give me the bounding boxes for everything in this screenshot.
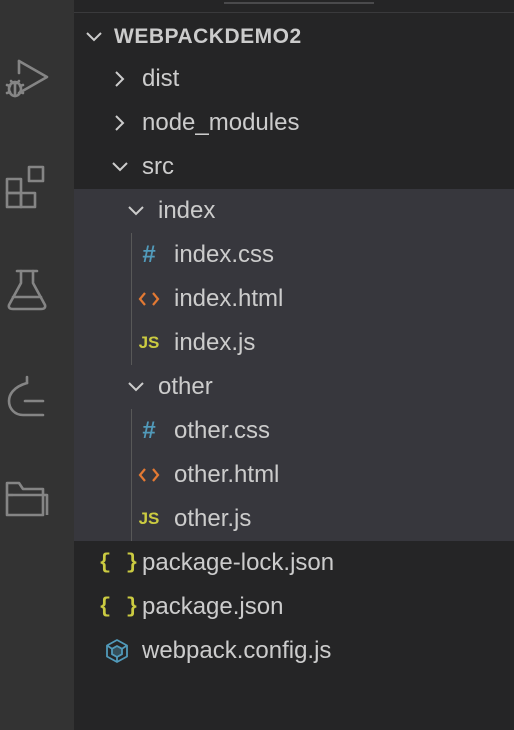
- tree-label: other.css: [174, 417, 271, 444]
- tree-label: package.json: [142, 593, 284, 620]
- tree-file-other-css[interactable]: # other.css: [74, 409, 514, 453]
- tree-label: other: [158, 373, 213, 400]
- js-icon: JS: [138, 509, 160, 528]
- tree-label: index.html: [174, 285, 284, 312]
- tree-label: other.js: [174, 505, 252, 532]
- tree-label: dist: [142, 65, 180, 92]
- workspace-title: WEBPACKDEMO2: [114, 25, 302, 48]
- tree-file-package-json[interactable]: { } package.json: [74, 585, 514, 629]
- tree-label: index.js: [174, 329, 256, 356]
- css-hash-icon: #: [142, 417, 156, 444]
- tree-file-webpack-config-js[interactable]: webpack.config.js: [74, 629, 514, 673]
- tree-label: index.css: [174, 241, 275, 268]
- tree-folder-src[interactable]: src: [74, 145, 514, 189]
- folder-icon[interactable]: [0, 470, 54, 524]
- vscode-window: WEBPACKDEMO2 dist node_modules src index…: [0, 0, 514, 730]
- webpack-cube-icon: [104, 638, 130, 664]
- tree-label: index: [158, 197, 216, 224]
- tree-file-other-js[interactable]: JS other.js: [74, 497, 514, 541]
- html-brackets-icon: [136, 286, 162, 312]
- tree-label: src: [142, 153, 174, 180]
- extensions-icon[interactable]: [0, 160, 54, 214]
- run-debug-icon[interactable]: [0, 52, 54, 106]
- js-icon: JS: [138, 333, 160, 352]
- tree-file-index-js[interactable]: JS index.js: [74, 321, 514, 365]
- chevron-down-icon: [84, 27, 104, 47]
- tree-label: node_modules: [142, 109, 300, 136]
- tree-folder-other[interactable]: other: [74, 365, 514, 409]
- divider: [74, 12, 514, 13]
- json-braces-icon: { }: [98, 595, 140, 619]
- truncated-header: [224, 0, 374, 4]
- chevron-down-icon: [126, 377, 146, 397]
- git-graph-icon[interactable]: [0, 370, 54, 424]
- chevron-down-icon: [110, 157, 130, 177]
- tree-file-package-lock-json[interactable]: { } package-lock.json: [74, 541, 514, 585]
- tree-label: other.html: [174, 461, 280, 488]
- chevron-right-icon: [110, 69, 130, 89]
- css-hash-icon: #: [142, 241, 156, 268]
- chevron-down-icon: [126, 201, 146, 221]
- tree-label: package-lock.json: [142, 549, 335, 576]
- activity-bar: [0, 0, 74, 730]
- json-braces-icon: { }: [98, 551, 140, 575]
- workspace-header[interactable]: WEBPACKDEMO2: [74, 15, 514, 59]
- tree-label: webpack.config.js: [142, 637, 332, 664]
- chevron-right-icon: [110, 113, 130, 133]
- tree-file-index-css[interactable]: # index.css: [74, 233, 514, 277]
- tree-file-other-html[interactable]: other.html: [74, 453, 514, 497]
- tree-folder-dist[interactable]: dist: [74, 57, 514, 101]
- testing-flask-icon[interactable]: [0, 262, 54, 316]
- html-brackets-icon: [136, 462, 162, 488]
- tree-file-index-html[interactable]: index.html: [74, 277, 514, 321]
- tree-folder-node-modules[interactable]: node_modules: [74, 101, 514, 145]
- tree-folder-index[interactable]: index: [74, 189, 514, 233]
- explorer-panel: WEBPACKDEMO2 dist node_modules src index…: [74, 0, 514, 730]
